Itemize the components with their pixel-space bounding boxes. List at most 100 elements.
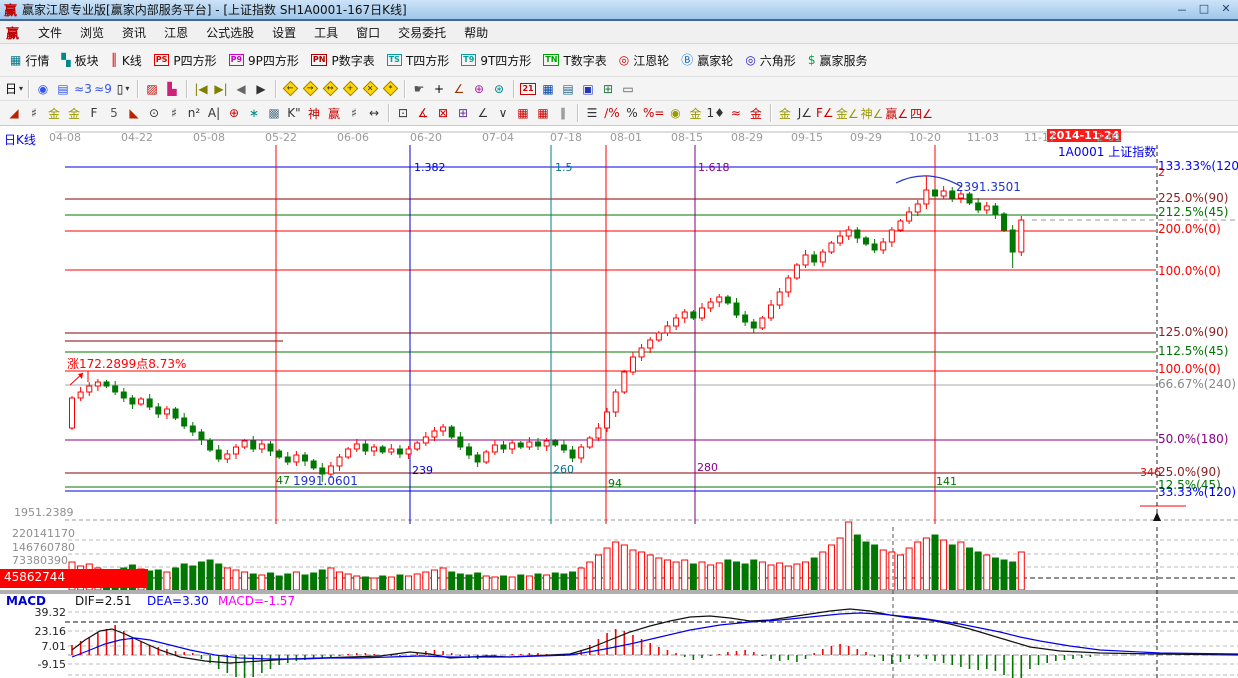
winner-service-button[interactable]: $赢家服务 bbox=[802, 49, 874, 72]
n2-icon[interactable]: n² bbox=[184, 103, 204, 123]
clock-icon[interactable]: ⊙ bbox=[144, 103, 164, 123]
k-mark-icon[interactable]: K" bbox=[284, 103, 304, 123]
close-button[interactable]: ✕ bbox=[1218, 2, 1234, 18]
shen-icon[interactable]: 神 bbox=[304, 103, 324, 123]
menu-7[interactable]: 窗口 bbox=[347, 22, 389, 43]
t-number-button[interactable]: TNT数字表 bbox=[537, 49, 613, 72]
calendar-icon[interactable]: 21 bbox=[518, 79, 538, 99]
info-list-icon[interactable]: ▤ bbox=[53, 79, 73, 99]
minimize-button[interactable]: － bbox=[1174, 2, 1190, 18]
f-grid-icon[interactable]: F bbox=[84, 103, 104, 123]
maximize-button[interactable]: □ bbox=[1196, 2, 1212, 18]
sectors-button[interactable]: ▚板块 bbox=[55, 49, 104, 72]
draw-knife-icon[interactable]: ◢ bbox=[4, 103, 24, 123]
rays-box-icon[interactable]: ⊠ bbox=[433, 103, 453, 123]
save-icon: ▣ bbox=[582, 82, 593, 96]
a-split-icon[interactable]: A| bbox=[204, 103, 224, 123]
winner-wheel-button[interactable]: Ⓑ赢家轮 bbox=[675, 49, 739, 72]
rays-box2-icon[interactable]: ⊞ bbox=[453, 103, 473, 123]
remote-icon[interactable]: ▭ bbox=[618, 79, 638, 99]
gann-wheel-button[interactable]: ◎江恩轮 bbox=[613, 49, 676, 72]
circle-cross-icon[interactable]: ⊕ bbox=[224, 103, 244, 123]
star-icon[interactable]: ∗ bbox=[244, 103, 264, 123]
vol-mark-icon[interactable]: 1♦ bbox=[705, 103, 725, 123]
menu-1[interactable]: 浏览 bbox=[71, 22, 113, 43]
fence-icon[interactable]: ♯ bbox=[344, 103, 364, 123]
smart-icon[interactable]: ⊛ bbox=[489, 79, 509, 99]
hexagon-button[interactable]: ◎六角形 bbox=[739, 49, 802, 72]
9p-square-button[interactable]: P99P四方形 bbox=[223, 49, 305, 72]
grid-a-icon[interactable]: ♯ bbox=[24, 103, 44, 123]
gold-grid2-icon[interactable]: 金 bbox=[64, 103, 84, 123]
si-angle-icon[interactable]: 四∠ bbox=[909, 103, 934, 123]
net-icon[interactable]: ⊞ bbox=[598, 79, 618, 99]
gann-lr-icon[interactable]: ↔ bbox=[320, 79, 340, 99]
box-select-icon[interactable]: ⊡ bbox=[393, 103, 413, 123]
crosshair-icon[interactable]: + bbox=[429, 79, 449, 99]
j-angle-icon[interactable]: J∠ bbox=[795, 103, 815, 123]
notes-icon[interactable]: ▤ bbox=[558, 79, 578, 99]
market-quotes-button[interactable]: ▦行情 bbox=[4, 49, 55, 72]
p-number-button[interactable]: PNP数字表 bbox=[305, 49, 381, 72]
rays-icon[interactable]: ∡ bbox=[413, 103, 433, 123]
knife2-icon[interactable]: ◣ bbox=[124, 103, 144, 123]
compare-icon[interactable]: ▨ bbox=[142, 79, 162, 99]
gann-right-icon[interactable]: → bbox=[300, 79, 320, 99]
pct-icon[interactable]: % bbox=[622, 103, 642, 123]
gold-angle0-icon[interactable]: 金 bbox=[775, 103, 795, 123]
zigzag-icon[interactable]: ∨ bbox=[493, 103, 513, 123]
ying-icon[interactable]: 赢 bbox=[324, 103, 344, 123]
menu-0[interactable]: 文件 bbox=[29, 22, 71, 43]
hand-tool-icon[interactable]: ☛ bbox=[409, 79, 429, 99]
gold-angle-icon[interactable]: 金∠ bbox=[835, 103, 860, 123]
gann-star-icon[interactable]: * bbox=[380, 79, 400, 99]
wave-red-icon[interactable]: ≈ bbox=[726, 103, 746, 123]
grid-b-icon[interactable]: ♯ bbox=[164, 103, 184, 123]
save-icon[interactable]: ▣ bbox=[578, 79, 598, 99]
red-grid2-icon[interactable]: ▦ bbox=[533, 103, 553, 123]
t-square-button[interactable]: TST四方形 bbox=[381, 49, 456, 72]
overlay-icon[interactable]: ◉ bbox=[33, 79, 53, 99]
gold-line-icon[interactable]: 金 bbox=[685, 103, 705, 123]
menu-6[interactable]: 工具 bbox=[305, 22, 347, 43]
menu-5[interactable]: 设置 bbox=[263, 22, 305, 43]
shen-angle-icon[interactable]: 神∠ bbox=[860, 103, 885, 123]
kline-button[interactable]: ║K线 bbox=[105, 49, 148, 72]
ying-angle-icon[interactable]: 赢∠ bbox=[884, 103, 909, 123]
five-grid-icon[interactable]: 5 bbox=[104, 103, 124, 123]
gann-left-icon[interactable]: ← bbox=[280, 79, 300, 99]
prev-bar-icon[interactable]: ◀ bbox=[231, 79, 251, 99]
grid-star-icon[interactable]: ▩ bbox=[264, 103, 284, 123]
candle-style-dropdown[interactable]: ▯▾ bbox=[113, 79, 133, 99]
measure-icon[interactable]: ∠ bbox=[449, 79, 469, 99]
f-angle-icon[interactable]: F∠ bbox=[815, 103, 835, 123]
pct-slash-icon[interactable]: ∕% bbox=[602, 103, 622, 123]
9t-square-button[interactable]: T99T四方形 bbox=[455, 49, 537, 72]
menu-2[interactable]: 资讯 bbox=[113, 22, 155, 43]
trend-lines-icon[interactable]: ∠ bbox=[473, 103, 493, 123]
price-dist-icon[interactable]: ▙ bbox=[162, 79, 182, 99]
ruler-icon[interactable]: ☰ bbox=[582, 103, 602, 123]
period-day-dropdown[interactable]: 日▾ bbox=[4, 79, 24, 99]
menu-4[interactable]: 公式选股 bbox=[197, 22, 263, 43]
gann-cross-icon[interactable]: + bbox=[340, 79, 360, 99]
wave3-icon[interactable]: ≈3 bbox=[73, 79, 93, 99]
gold-red-icon[interactable]: 金 bbox=[746, 103, 766, 123]
gann-grid-icon[interactable]: ⊕ bbox=[469, 79, 489, 99]
span-arrow-icon[interactable]: ↔ bbox=[364, 103, 384, 123]
wave9-icon[interactable]: ≈9 bbox=[93, 79, 113, 99]
next-bar-icon[interactable]: ▶ bbox=[251, 79, 271, 99]
menu-8[interactable]: 交易委托 bbox=[389, 22, 455, 43]
parallel-icon[interactable]: ∥ bbox=[553, 103, 573, 123]
gold-grid1-icon[interactable]: 金 bbox=[44, 103, 64, 123]
pct-line-icon[interactable]: %= bbox=[642, 103, 665, 123]
calculator-icon[interactable]: ▦ bbox=[538, 79, 558, 99]
gann-x-icon[interactable]: × bbox=[360, 79, 380, 99]
menu-9[interactable]: 帮助 bbox=[455, 22, 497, 43]
menu-3[interactable]: 江恩 bbox=[155, 22, 197, 43]
last-bar-icon[interactable]: ▶| bbox=[211, 79, 231, 99]
first-bar-icon[interactable]: |◀ bbox=[191, 79, 211, 99]
p-square-button[interactable]: PSP四方形 bbox=[148, 49, 223, 72]
red-grid-icon[interactable]: ▦ bbox=[513, 103, 533, 123]
gold-circle-icon[interactable]: ◉ bbox=[665, 103, 685, 123]
